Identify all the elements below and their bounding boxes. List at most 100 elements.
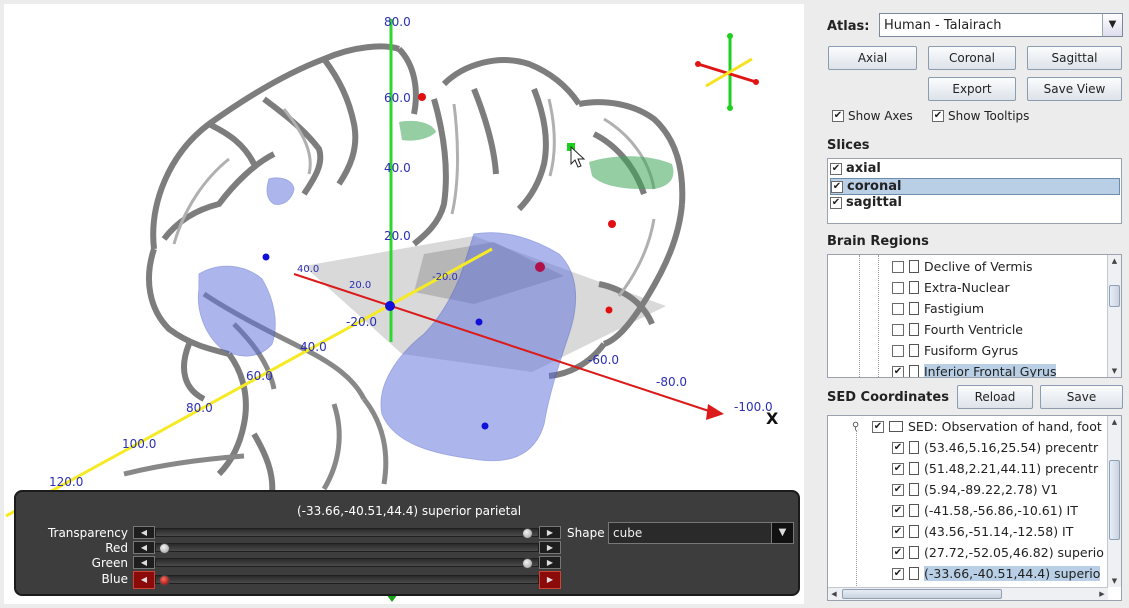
slider-knob[interactable] xyxy=(158,575,170,586)
show-axes-checkbox[interactable]: ✔ Show Axes xyxy=(832,108,913,123)
sed-coordinate-item[interactable]: ✔ (-41.58,-56.86,-10.61) IT xyxy=(892,502,1078,522)
slice-item-sagittal[interactable]: ✔ sagittal xyxy=(830,195,1120,212)
slider-increase-button[interactable]: ▶ xyxy=(539,526,561,539)
checkbox-checked-icon[interactable]: ✔ xyxy=(830,196,842,209)
checkbox-icon[interactable] xyxy=(892,323,904,336)
atlas-select[interactable]: Human - Talairach ▼ xyxy=(879,13,1123,37)
coronal-button[interactable]: Coronal xyxy=(928,46,1016,70)
slice-item-axial[interactable]: ✔ axial xyxy=(830,161,1120,178)
z-label-60: 60.0 xyxy=(384,91,411,105)
sed-coordinate-item[interactable]: ✔ (43.56,-51.14,-12.58) IT xyxy=(892,523,1073,543)
3d-brain-viewport[interactable]: 80.0 60.0 40.0 20.0 -20.0 40.0 20.0 -20.… xyxy=(4,4,804,604)
checkbox-checked-icon[interactable]: ✔ xyxy=(831,180,843,193)
yellow-label-80: 80.0 xyxy=(186,401,213,415)
save-button[interactable]: Save xyxy=(1040,385,1123,409)
brain-region-item[interactable]: Declive of Vermis xyxy=(892,258,1033,278)
sed-coordinate-item[interactable]: ✔ (5.94,-89.22,2.78) V1 xyxy=(892,481,1058,501)
sed-coordinate-label: (-33.66,-40.51,44.4) superio xyxy=(924,566,1101,581)
chevron-down-icon[interactable]: ▼ xyxy=(771,523,793,543)
yellow-label-100: 100.0 xyxy=(122,437,156,451)
scroll-down-icon[interactable]: ▼ xyxy=(1108,365,1121,377)
sed-vertical-scrollbar[interactable]: ▲ ▼ xyxy=(1107,416,1121,587)
blue-slider[interactable]: ◀ ▶ xyxy=(133,571,561,589)
scroll-thumb[interactable] xyxy=(1109,285,1120,307)
slider-track[interactable] xyxy=(155,558,539,569)
slider-increase-button[interactable]: ▶ xyxy=(539,571,561,589)
scroll-thumb[interactable] xyxy=(1109,460,1120,540)
export-button[interactable]: Export xyxy=(928,77,1016,101)
sagittal-button[interactable]: Sagittal xyxy=(1027,46,1122,70)
checkbox-checked-icon[interactable]: ✔ xyxy=(892,441,904,454)
brain-region-item[interactable]: Extra-Nuclear xyxy=(892,279,1010,299)
z-label-80: 80.0 xyxy=(384,15,411,29)
brain-region-item[interactable]: Fourth Ventricle xyxy=(892,321,1023,341)
x-axis-name: X xyxy=(766,409,779,428)
tree-guide-line xyxy=(878,255,879,377)
slider-decrease-button[interactable]: ◀ xyxy=(133,541,155,554)
slider-knob[interactable] xyxy=(158,543,170,554)
sed-coordinates-heading: SED Coordinates xyxy=(827,390,949,405)
checkbox-checked-icon[interactable]: ✔ xyxy=(830,162,842,175)
transparency-slider[interactable]: ◀ ▶ xyxy=(133,526,561,539)
brain-region-item[interactable]: Fastigium xyxy=(892,300,984,320)
slider-knob[interactable] xyxy=(521,558,533,569)
checkbox-checked-icon[interactable]: ✔ xyxy=(892,525,904,538)
show-axes-label: Show Axes xyxy=(848,108,913,123)
checkbox-icon[interactable] xyxy=(892,344,904,357)
slice-item-coronal[interactable]: ✔ coronal xyxy=(830,178,1120,195)
checkbox-checked-icon[interactable]: ✔ xyxy=(892,365,904,377)
sed-coordinate-item[interactable]: ✔ (-33.66,-40.51,44.4) superio xyxy=(892,565,1101,585)
show-tooltips-label: Show Tooltips xyxy=(948,108,1030,123)
show-tooltips-checkbox[interactable]: ✔ Show Tooltips xyxy=(932,108,1029,123)
slider-increase-button[interactable]: ▶ xyxy=(539,541,561,554)
sed-coordinate-label: (53.46,5.16,25.54) precentr xyxy=(924,440,1099,455)
checkbox-checked-icon[interactable]: ✔ xyxy=(892,504,904,517)
checkbox-checked-icon[interactable]: ✔ xyxy=(892,567,904,580)
slider-decrease-button[interactable]: ◀ xyxy=(133,571,155,589)
slider-decrease-button[interactable]: ◀ xyxy=(133,556,155,569)
checkbox-checked-icon[interactable]: ✔ xyxy=(832,109,844,122)
checkbox-checked-icon[interactable]: ✔ xyxy=(872,420,884,433)
green-slider[interactable]: ◀ ▶ xyxy=(133,556,561,569)
scroll-down-icon[interactable]: ▼ xyxy=(1108,575,1121,587)
slider-track[interactable] xyxy=(155,575,539,586)
brain-region-item[interactable]: ✔ Inferior Frontal Gyrus xyxy=(892,363,1057,377)
axial-button[interactable]: Axial xyxy=(828,46,917,70)
reload-button[interactable]: Reload xyxy=(957,385,1033,409)
scroll-right-icon[interactable]: ▶ xyxy=(1096,588,1108,600)
brain-region-item[interactable]: Fusiform Gyrus xyxy=(892,342,1018,362)
slider-knob[interactable] xyxy=(521,528,533,539)
brain-region-label: Extra-Nuclear xyxy=(924,280,1010,295)
scroll-left-icon[interactable]: ◀ xyxy=(828,588,840,600)
checkbox-checked-icon[interactable]: ✔ xyxy=(892,462,904,475)
sed-horizontal-scrollbar[interactable]: ◀ ▶ xyxy=(828,587,1108,600)
checkbox-checked-icon[interactable]: ✔ xyxy=(932,109,944,122)
checkbox-icon[interactable] xyxy=(892,302,904,315)
checkbox-checked-icon[interactable]: ✔ xyxy=(892,483,904,496)
slider-decrease-button[interactable]: ◀ xyxy=(133,526,155,539)
sed-coordinate-item[interactable]: ✔ (27.72,-52.05,46.82) superio xyxy=(892,544,1104,564)
slice-label: sagittal xyxy=(846,195,902,210)
shape-select[interactable]: cube ▼ xyxy=(608,522,794,544)
brain-regions-scrollbar[interactable]: ▲ ▼ xyxy=(1107,255,1121,377)
sed-coordinate-item[interactable]: ✔ (51.48,2.21,44.11) precentr xyxy=(892,460,1098,480)
checkbox-icon[interactable] xyxy=(892,281,904,294)
sed-coordinates-tree: ⚲ ✔ SED: Observation of hand, foot ✔ (53.4… xyxy=(827,415,1122,601)
tree-expand-handle-icon[interactable]: ⚲ xyxy=(852,421,859,432)
slider-track[interactable] xyxy=(155,528,539,539)
checkbox-icon[interactable] xyxy=(892,260,904,273)
chevron-down-icon[interactable]: ▼ xyxy=(1102,14,1122,36)
sed-coordinate-item[interactable]: ✔ (53.46,5.16,25.54) precentr xyxy=(892,439,1098,459)
save-view-button[interactable]: Save View xyxy=(1027,77,1122,101)
folder-icon xyxy=(889,421,903,432)
document-icon xyxy=(909,302,919,315)
slider-track[interactable] xyxy=(155,543,539,554)
scroll-up-icon[interactable]: ▲ xyxy=(1108,416,1121,428)
scroll-up-icon[interactable]: ▲ xyxy=(1108,255,1121,267)
sed-root-item[interactable]: ✔ SED: Observation of hand, foot xyxy=(872,418,1102,438)
document-icon xyxy=(909,260,919,273)
checkbox-checked-icon[interactable]: ✔ xyxy=(892,546,904,559)
slider-increase-button[interactable]: ▶ xyxy=(539,556,561,569)
red-slider[interactable]: ◀ ▶ xyxy=(133,541,561,554)
scroll-thumb[interactable] xyxy=(842,589,1002,599)
